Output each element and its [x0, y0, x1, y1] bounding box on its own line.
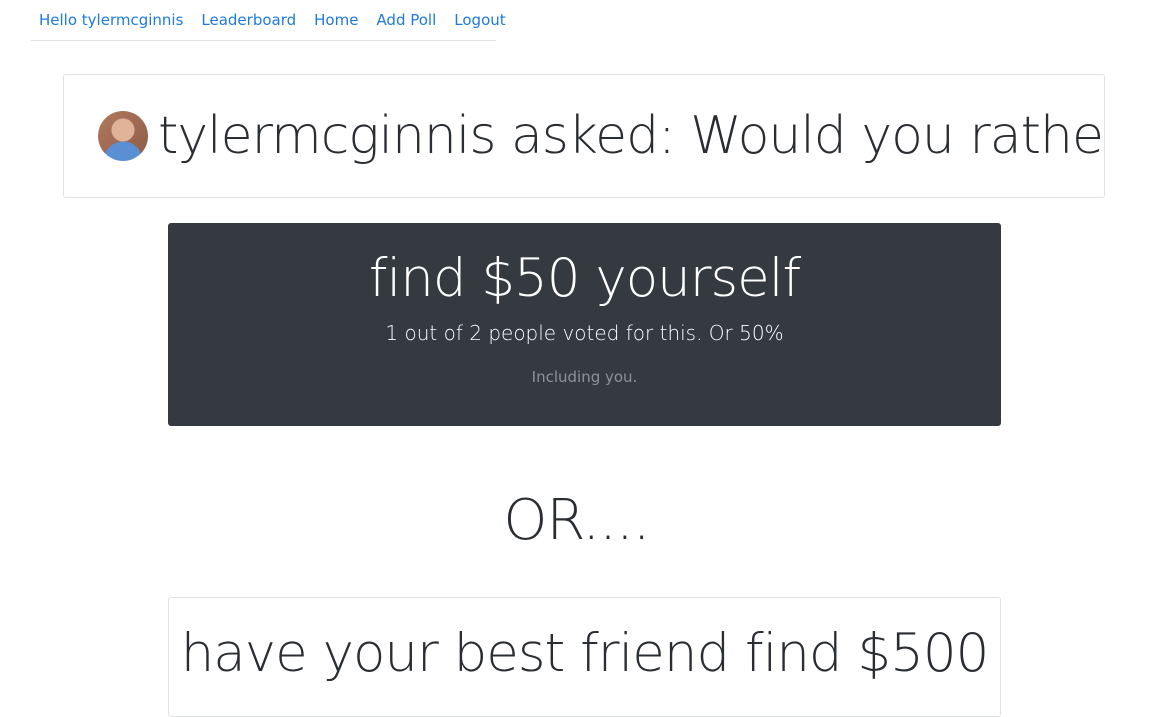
nav-logout-link[interactable]: Logout: [454, 11, 505, 29]
nav-home-link[interactable]: Home: [314, 11, 358, 29]
avatar: [98, 111, 148, 161]
option-one-including-note: Including you.: [531, 368, 638, 386]
option-one-votes: 1 out of 2 people voted for this. Or 50%: [385, 321, 784, 345]
option-two-card[interactable]: have your best friend find $500: [168, 597, 1001, 717]
top-nav: Hello tylermcginnis Leaderboard Home Add…: [31, 0, 506, 41]
option-one-text: find $50 yourself: [368, 248, 801, 309]
option-two-text: have your best friend find $500: [180, 623, 990, 684]
question-card: tylermcginnis asked: Would you rather...: [63, 74, 1105, 198]
option-one-card[interactable]: find $50 yourself 1 out of 2 people vote…: [168, 223, 1001, 426]
or-separator: OR....: [503, 488, 650, 553]
nav-greeting-link[interactable]: Hello tylermcginnis: [39, 11, 183, 29]
question-title: tylermcginnis asked: Would you rather...: [158, 106, 1105, 166]
nav-add-poll-link[interactable]: Add Poll: [376, 11, 436, 29]
nav-leaderboard-link[interactable]: Leaderboard: [201, 11, 296, 29]
